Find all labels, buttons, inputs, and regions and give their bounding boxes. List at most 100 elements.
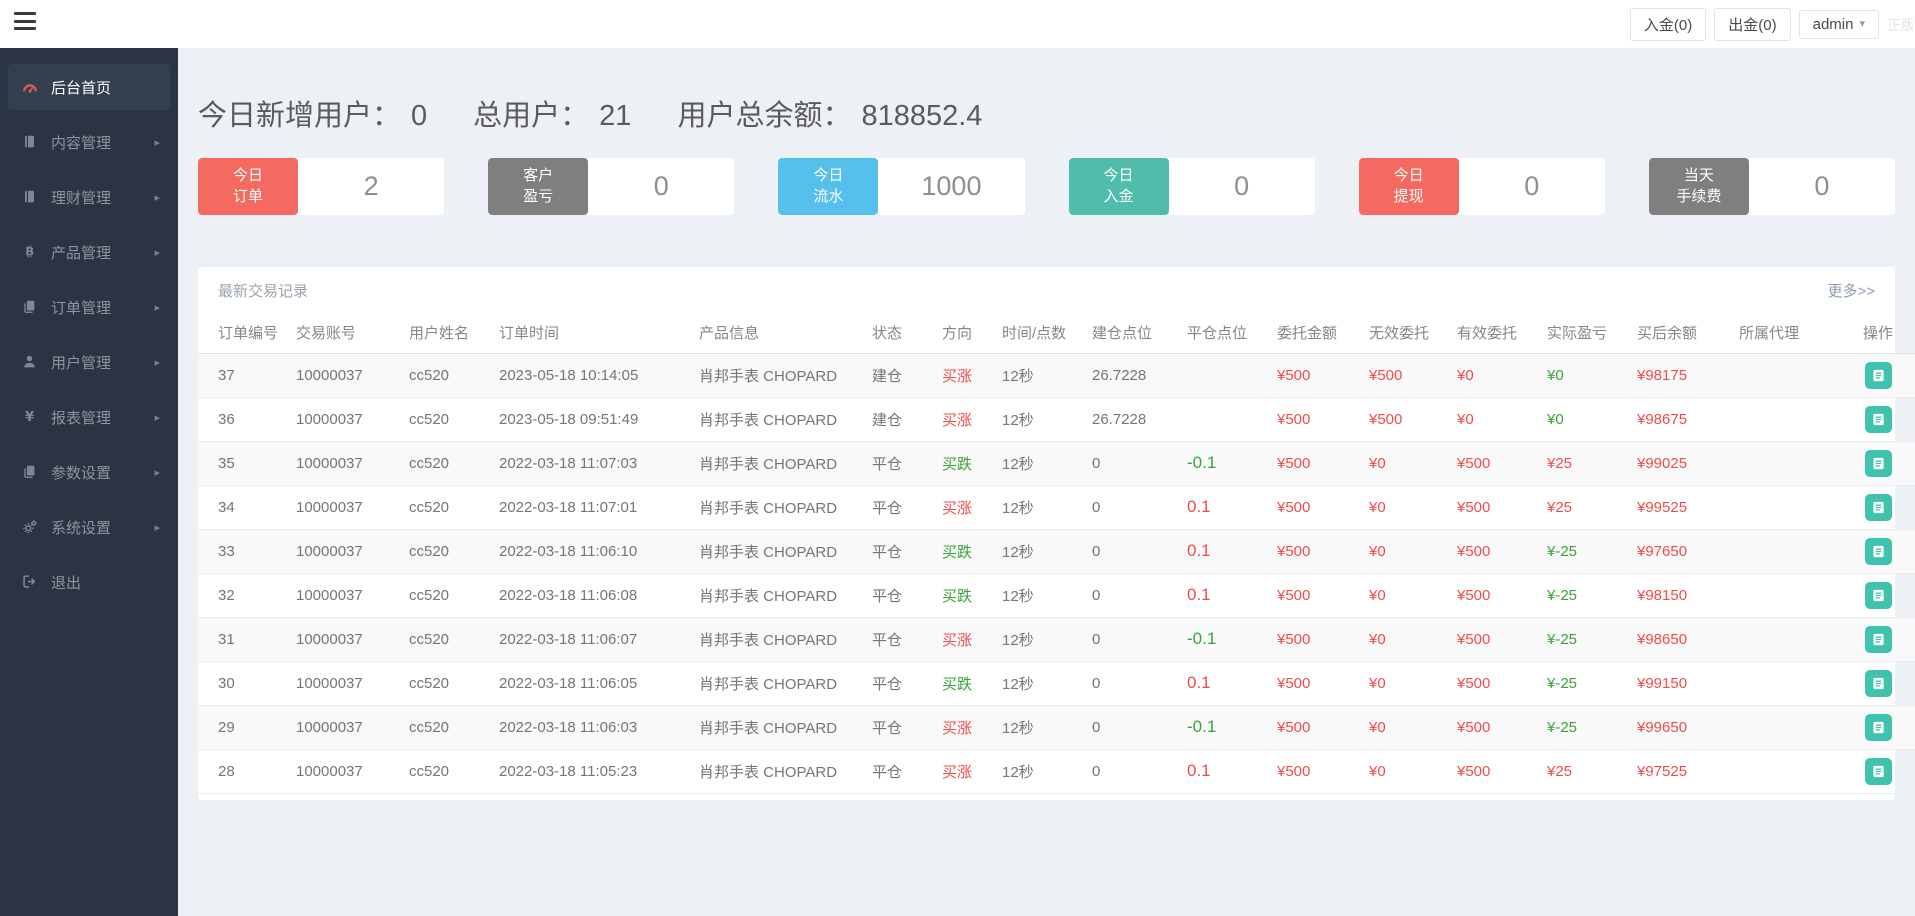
view-order-button[interactable]	[1865, 450, 1892, 477]
view-order-button[interactable]	[1865, 670, 1892, 697]
view-order-button[interactable]	[1865, 406, 1892, 433]
cell-username: cc520	[403, 353, 493, 397]
cell-order-id: 35	[198, 441, 290, 485]
table-row: 3710000037cc5202023-05-18 10:14:05肖邦手表 C…	[198, 353, 1915, 397]
cell-open-point: 0	[1086, 573, 1181, 617]
stat-value: 0	[411, 100, 427, 132]
table-row: 2810000037cc5202022-03-18 11:05:23肖邦手表 C…	[198, 749, 1915, 793]
view-order-button[interactable]	[1865, 714, 1892, 741]
admin-menu-button[interactable]: admin ▾	[1799, 10, 1879, 39]
chevron-right-icon: ▸	[154, 521, 160, 534]
cell-account: 10000037	[290, 661, 403, 705]
sidebar-item-logout[interactable]: 退出	[8, 559, 170, 605]
view-order-button[interactable]	[1865, 538, 1892, 565]
stat-value: 818852.4	[861, 100, 982, 132]
cell-close-point: -0.1	[1181, 705, 1271, 749]
cell-valid-amount: ¥500	[1451, 617, 1541, 661]
col-direction: 方向	[936, 313, 996, 353]
chevron-right-icon: ▸	[154, 411, 160, 424]
sidebar-toggle-button[interactable]	[14, 10, 40, 32]
sidebar-item-system[interactable]: 系统设置▸	[8, 504, 170, 550]
stat-item: 今日新增用户： 0	[198, 92, 427, 134]
cell-agent	[1733, 485, 1841, 529]
cell-direction: 买涨	[936, 705, 996, 749]
cell-amount: ¥500	[1271, 661, 1363, 705]
cell-direction: 买跌	[936, 661, 996, 705]
gears-icon	[22, 519, 38, 535]
card-label: 客户盈亏	[488, 158, 588, 215]
cell-close-point: 0.1	[1181, 749, 1271, 793]
logout-icon	[22, 574, 38, 590]
cell-username: cc520	[403, 397, 493, 441]
cell-status: 建仓	[866, 397, 936, 441]
col-status: 状态	[866, 313, 936, 353]
view-order-button[interactable]	[1865, 494, 1892, 521]
cell-open-point: 0	[1086, 705, 1181, 749]
card-value: 0	[1749, 158, 1895, 215]
cell-invalid-amount: ¥0	[1363, 485, 1451, 529]
main-content: 今日新增用户：0总用户：21用户总余额：818852.4 今日订单2客户盈亏0今…	[178, 48, 1915, 916]
sidebar-item-content[interactable]: 内容管理▸	[8, 119, 170, 165]
cell-agent	[1733, 749, 1841, 793]
cell-amount: ¥500	[1271, 485, 1363, 529]
sidebar-item-home[interactable]: 后台首页	[8, 64, 170, 110]
cell-profit: ¥25	[1541, 485, 1631, 529]
col-username: 用户姓名	[403, 313, 493, 353]
cell-product: 肖邦手表 CHOPARD	[693, 617, 866, 661]
view-order-button[interactable]	[1865, 626, 1892, 653]
cell-agent	[1733, 661, 1841, 705]
cell-direction: 买跌	[936, 573, 996, 617]
sidebar-item-params[interactable]: 参数设置▸	[8, 449, 170, 495]
cell-agent	[1733, 617, 1841, 661]
col-close-point: 平仓点位	[1181, 313, 1271, 353]
cell-profit: ¥0	[1541, 397, 1631, 441]
table-row: 3510000037cc5202022-03-18 11:07:03肖邦手表 C…	[198, 441, 1915, 485]
cell-direction: 买跌	[936, 441, 996, 485]
chevron-right-icon: ▸	[154, 246, 160, 259]
trades-table: 订单编号交易账号用户姓名订单时间产品信息状态方向时间/点数建仓点位平仓点位委托金…	[198, 313, 1915, 794]
cell-close-point	[1181, 353, 1271, 397]
more-link[interactable]: 更多>>	[1827, 280, 1875, 301]
cell-amount: ¥500	[1271, 573, 1363, 617]
view-order-button[interactable]	[1865, 362, 1892, 389]
cell-duration: 12秒	[996, 661, 1086, 705]
view-order-button[interactable]	[1865, 582, 1892, 609]
cell-balance: ¥98650	[1631, 617, 1733, 661]
cell-actions	[1841, 573, 1915, 617]
cell-order-id: 31	[198, 617, 290, 661]
cell-product: 肖邦手表 CHOPARD	[693, 441, 866, 485]
table-row: 3310000037cc5202022-03-18 11:06:10肖邦手表 C…	[198, 529, 1915, 573]
cell-direction: 买涨	[936, 397, 996, 441]
table-row: 3610000037cc5202023-05-18 09:51:49肖邦手表 C…	[198, 397, 1915, 441]
cell-product: 肖邦手表 CHOPARD	[693, 573, 866, 617]
sidebar-item-label: 参数设置	[51, 462, 111, 483]
cell-order-time: 2022-03-18 11:07:01	[493, 485, 693, 529]
cell-agent	[1733, 353, 1841, 397]
sidebar-item-product[interactable]: B产品管理▸	[8, 229, 170, 275]
sidebar-item-report[interactable]: ¥报表管理▸	[8, 394, 170, 440]
cell-direction: 买涨	[936, 485, 996, 529]
cell-open-point: 0	[1086, 529, 1181, 573]
sidebar-item-order[interactable]: 订单管理▸	[8, 284, 170, 330]
deposit-button[interactable]: 入金(0)	[1630, 8, 1706, 41]
cell-status: 平仓	[866, 705, 936, 749]
withdraw-button[interactable]: 出金(0)	[1714, 8, 1790, 41]
sidebar-item-finance[interactable]: 理财管理▸	[8, 174, 170, 220]
latest-trades-panel: 最新交易记录 更多>> 订单编号交易账号用户姓名订单时间产品信息状态方向时间/点…	[198, 267, 1895, 800]
cell-valid-amount: ¥500	[1451, 441, 1541, 485]
cell-order-time: 2023-05-18 10:14:05	[493, 353, 693, 397]
sidebar-item-user[interactable]: 用户管理▸	[8, 339, 170, 385]
cell-status: 平仓	[866, 749, 936, 793]
hamburger-icon	[14, 12, 36, 15]
cell-profit: ¥0	[1541, 353, 1631, 397]
card-label: 今日入金	[1069, 158, 1169, 215]
stat-label: 今日新增用户：	[198, 100, 401, 132]
cell-open-point: 0	[1086, 661, 1181, 705]
col-profit: 实际盈亏	[1541, 313, 1631, 353]
cell-invalid-amount: ¥0	[1363, 705, 1451, 749]
cell-product: 肖邦手表 CHOPARD	[693, 705, 866, 749]
cell-profit: ¥-25	[1541, 529, 1631, 573]
caret-down-icon: ▾	[1859, 19, 1865, 30]
view-order-button[interactable]	[1865, 758, 1892, 785]
bitcoin-icon: B	[22, 244, 38, 260]
